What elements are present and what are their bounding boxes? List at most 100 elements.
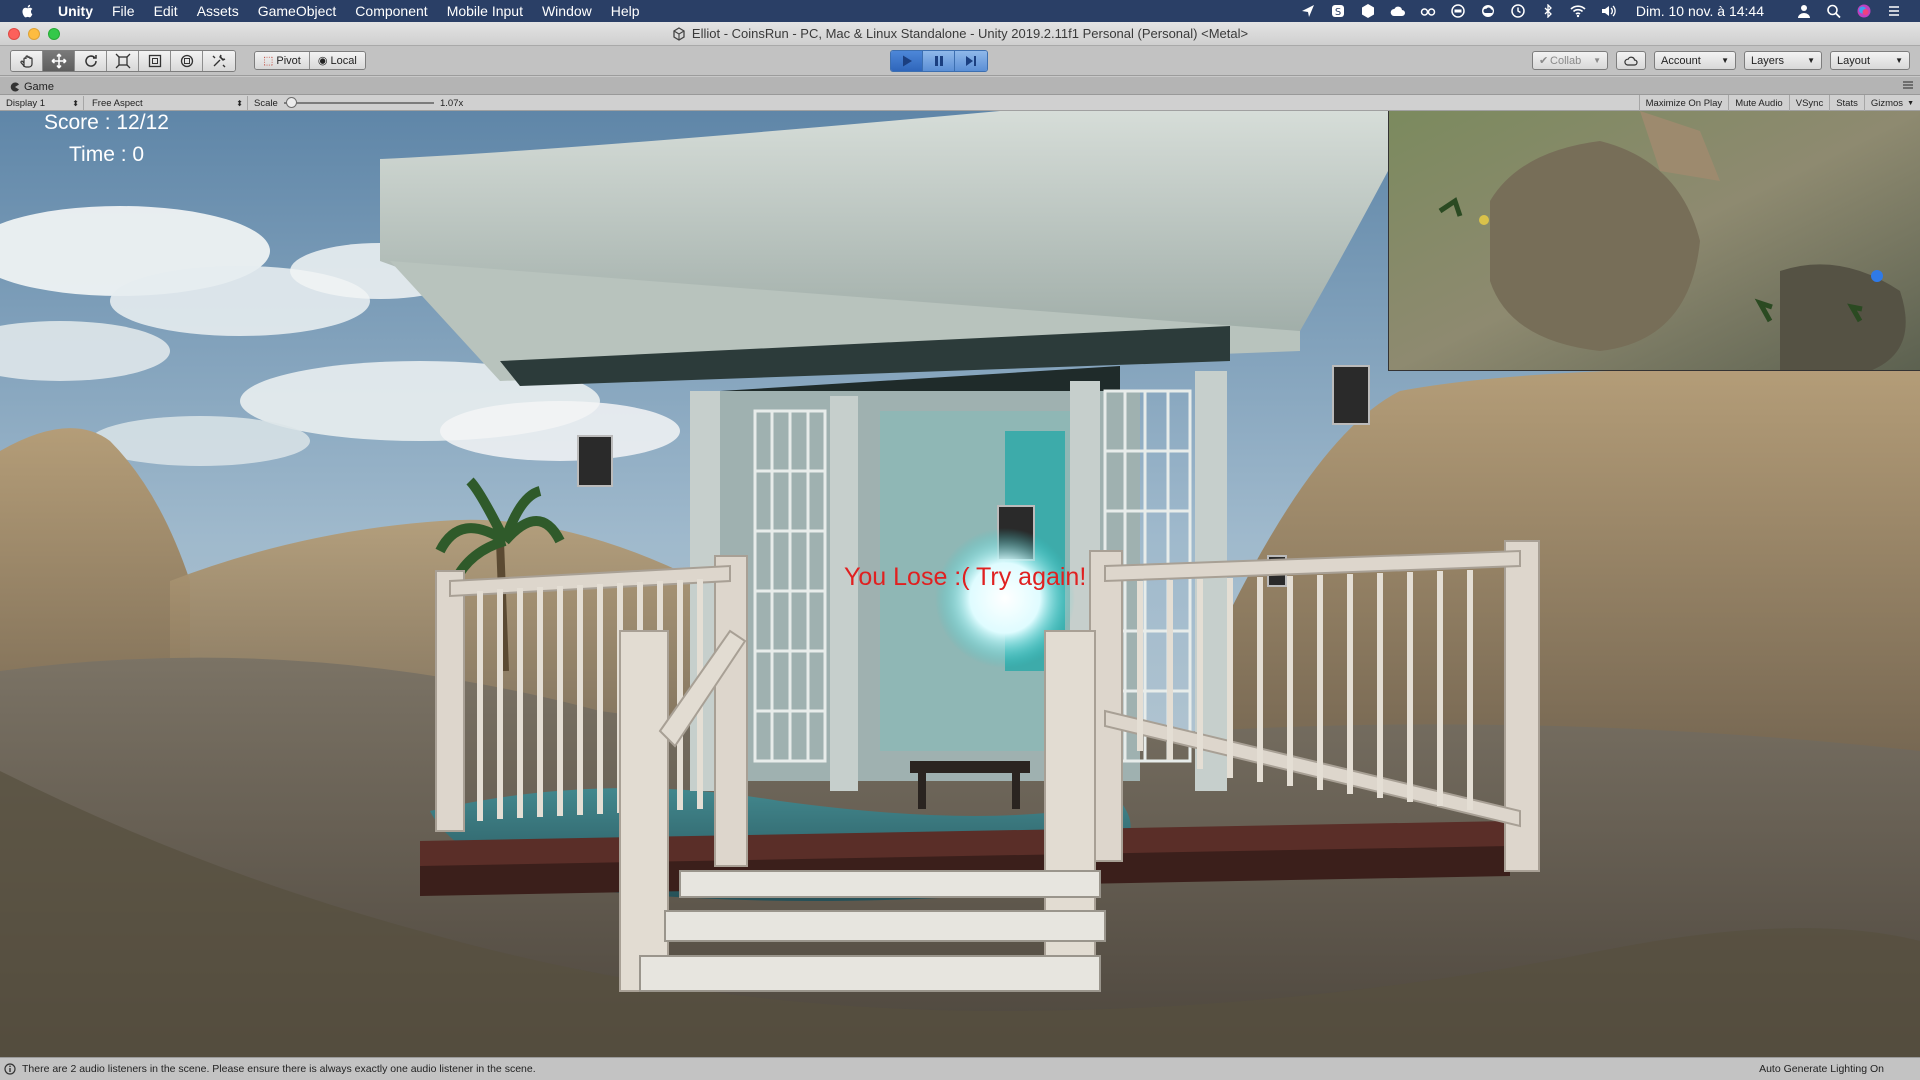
window-title-bar[interactable]: Elliot - CoinsRun - PC, Mac & Linux Stan… — [0, 22, 1920, 46]
collab-dropdown[interactable]: ✔ Collab ▼ — [1532, 51, 1608, 70]
menu-file[interactable]: File — [112, 3, 135, 19]
unity-document-icon — [673, 26, 685, 41]
play-button[interactable] — [891, 51, 923, 71]
transform-icon — [180, 54, 193, 68]
menu-window[interactable]: Window — [542, 3, 592, 19]
volume-icon[interactable] — [1600, 4, 1616, 18]
account-label: Account — [1661, 54, 1701, 67]
menu-assets[interactable]: Assets — [197, 3, 239, 19]
siri-icon[interactable] — [1856, 4, 1872, 18]
step-icon — [966, 56, 976, 66]
gizmos-dropdown[interactable]: Gizmos ▼ — [1863, 95, 1920, 111]
cloud-services-button[interactable] — [1616, 51, 1646, 70]
tab-game[interactable]: Game — [4, 79, 64, 95]
menu-gameobject[interactable]: GameObject — [258, 3, 337, 19]
menu-unity[interactable]: Unity — [58, 3, 93, 19]
account-dropdown[interactable]: Account ▼ — [1654, 51, 1736, 70]
menu-component[interactable]: Component — [355, 3, 427, 19]
playback-controls — [890, 50, 988, 72]
menu-help[interactable]: Help — [611, 3, 640, 19]
lighting-status[interactable]: Auto Generate Lighting On — [1759, 1063, 1884, 1075]
cloud-icon — [1624, 56, 1638, 66]
scale-slider-handle[interactable] — [286, 97, 297, 108]
aspect-dropdown[interactable]: Free Aspect ⬍ — [92, 96, 248, 110]
transform-tools — [10, 50, 236, 72]
menu-edit[interactable]: Edit — [154, 3, 178, 19]
game-tab-label: Game — [24, 81, 54, 93]
info-icon — [4, 1063, 16, 1075]
scale-icon — [115, 53, 130, 69]
local-label: Local — [330, 54, 357, 67]
play-icon — [902, 55, 912, 67]
pause-button[interactable] — [923, 51, 955, 71]
glasses-icon[interactable] — [1420, 4, 1436, 18]
game-pacman-icon — [10, 82, 19, 92]
close-window-button[interactable] — [8, 28, 20, 40]
svg-text:S: S — [1335, 7, 1341, 18]
stats-toggle[interactable]: Stats — [1829, 95, 1864, 111]
pause-icon — [934, 56, 943, 66]
wrench-icon — [212, 54, 226, 68]
apple-icon[interactable] — [20, 3, 36, 19]
chevron-down-icon: ▼ — [1593, 56, 1601, 65]
chevron-down-icon: ▼ — [1895, 56, 1903, 65]
console-status-bar[interactable]: There are 2 audio listeners in the scene… — [0, 1057, 1920, 1080]
rotate-tool-button[interactable] — [75, 51, 107, 71]
pivot-button[interactable]: ⬚ Pivot — [255, 52, 310, 69]
skype-s-icon[interactable]: S — [1330, 4, 1346, 18]
cloud-icon[interactable] — [1390, 4, 1406, 18]
window-title: Elliot - CoinsRun - PC, Mac & Linux Stan… — [691, 26, 1249, 41]
scale-tool-button[interactable] — [107, 51, 139, 71]
console-message[interactable]: There are 2 audio listeners in the scene… — [22, 1063, 536, 1075]
mac-menu-bar: Unity File Edit Assets GameObject Compon… — [0, 0, 1920, 22]
game-tab-bar: Game — [0, 77, 1920, 95]
local-icon: ◉ — [317, 55, 328, 67]
chevron-down-icon: ▼ — [1721, 56, 1729, 65]
vsync-toggle[interactable]: VSync — [1788, 95, 1829, 111]
shield-hex-icon[interactable] — [1360, 4, 1376, 18]
time-text: Time : 0 — [69, 143, 145, 166]
unity-toolbar: ⬚ Pivot ◉ Local ✔ Collab ▼ Account ▼ Lay… — [0, 46, 1920, 76]
hand-tool-button[interactable] — [11, 51, 43, 71]
rect-transform-icon — [148, 54, 161, 68]
scale-slider-track[interactable] — [284, 102, 434, 104]
notification-center-icon[interactable] — [1886, 4, 1902, 18]
maximize-on-play-toggle[interactable]: Maximize On Play — [1638, 95, 1729, 111]
rect-tool-button[interactable] — [139, 51, 171, 71]
updown-arrow-icon: ⬍ — [236, 98, 243, 108]
minimap — [1388, 111, 1920, 371]
game-view[interactable]: Score : 12/12 Time : 0 You Lose :( Try a… — [0, 111, 1920, 1057]
tab-menu-icon[interactable] — [1902, 80, 1914, 90]
layers-dropdown[interactable]: Layers ▼ — [1744, 51, 1822, 70]
move-tool-button[interactable] — [43, 51, 75, 71]
menu-mobile-input[interactable]: Mobile Input — [447, 3, 523, 19]
location-arrow-icon[interactable] — [1300, 4, 1316, 18]
display-label: Display 1 — [6, 97, 46, 109]
chevron-down-icon: ▼ — [1907, 99, 1914, 107]
user-icon[interactable] — [1796, 4, 1812, 18]
step-button[interactable] — [955, 51, 987, 71]
spotlight-search-icon[interactable] — [1826, 4, 1842, 18]
fullscreen-window-button[interactable] — [48, 28, 60, 40]
minimize-window-button[interactable] — [28, 28, 40, 40]
display-dropdown[interactable]: Display 1 ⬍ — [6, 96, 84, 110]
local-button[interactable]: ◉ Local — [309, 52, 365, 69]
mute-audio-toggle[interactable]: Mute Audio — [1728, 95, 1789, 111]
menu-clock[interactable]: Dim. 10 nov. à 14:44 — [1636, 3, 1764, 19]
collab-check-icon: ✔ — [1539, 55, 1549, 67]
layout-dropdown[interactable]: Layout ▼ — [1830, 51, 1910, 70]
scale-label: Scale — [254, 97, 278, 109]
cloud-sync-icon[interactable] — [1480, 4, 1496, 18]
time-machine-icon[interactable] — [1510, 4, 1526, 18]
custom-tool-button[interactable] — [203, 51, 235, 71]
wifi-icon[interactable] — [1570, 4, 1586, 18]
menu-status-area: S Dim. 10 nov. à 14:44 — [1300, 0, 1920, 22]
rotate-icon — [84, 55, 97, 67]
game-over-message: You Lose :( Try again! — [844, 563, 1087, 591]
chevron-down-icon: ▼ — [1807, 56, 1815, 65]
aspect-label: Free Aspect — [92, 97, 143, 109]
updown-arrow-icon: ⬍ — [72, 98, 79, 108]
bluetooth-icon[interactable] — [1540, 4, 1556, 18]
transform-tool-button[interactable] — [171, 51, 203, 71]
circle-status-icon[interactable] — [1450, 4, 1466, 18]
